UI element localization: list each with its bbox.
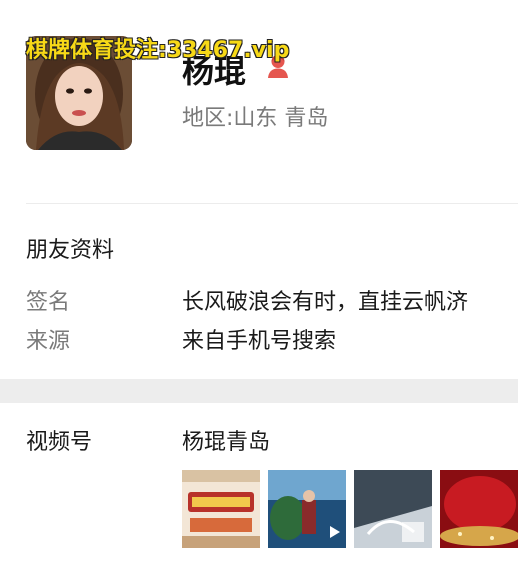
source-value: 来自手机号搜索 [182,329,337,354]
channels-label[interactable]: 视频号 [26,424,92,456]
signature-label: 签名 [26,290,71,315]
channel-thumbnail-1[interactable] [182,470,260,548]
friend-info-title: 朋友资料 [26,238,115,263]
channel-thumbnail-4[interactable] [440,470,518,548]
watermark-text: 棋牌体育投注:33467.vip [26,38,290,63]
section-separator [0,379,518,403]
channels-name[interactable]: 杨琨青岛 [182,424,270,456]
signature-value: 长风破浪会有时，直挂云帆济 [182,290,469,315]
channel-thumbnail-2[interactable] [268,470,346,548]
divider [26,203,518,204]
source-label: 来源 [26,329,71,354]
channel-thumbnail-3[interactable] [354,470,432,548]
region-text: 地区:山东 青岛 [182,106,329,131]
